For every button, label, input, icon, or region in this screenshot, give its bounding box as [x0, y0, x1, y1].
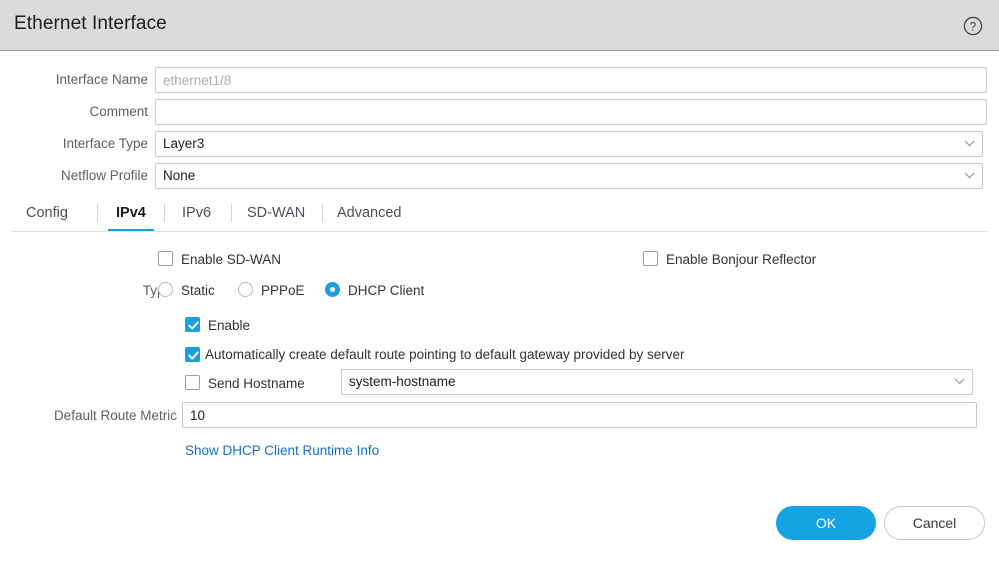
interface-name-label: Interface Name [0, 67, 148, 93]
default-route-metric-input[interactable] [182, 402, 977, 428]
type-radio-dhcp-client[interactable] [325, 282, 340, 297]
dhcp-enable-label[interactable]: Enable [208, 318, 250, 333]
check-icon [187, 349, 200, 362]
enable-sdwan-checkbox[interactable] [158, 251, 173, 266]
type-radio-dhcp-client-label[interactable]: DHCP Client [348, 283, 424, 298]
interface-type-value: Layer3 [155, 131, 983, 157]
tab-separator [164, 204, 165, 222]
default-route-metric-label: Default Route Metric [20, 408, 177, 423]
interface-name-input[interactable] [155, 67, 987, 93]
type-radio-static-label[interactable]: Static [181, 283, 215, 298]
tab-divider [12, 231, 987, 232]
enable-bonjour-reflector-label[interactable]: Enable Bonjour Reflector [666, 252, 816, 267]
row-interface-type: Interface Type Layer3 [0, 131, 999, 157]
auto-default-route-checkbox[interactable] [185, 347, 200, 362]
dialog-header: Ethernet Interface ? [0, 0, 999, 51]
row-interface-name: Interface Name [0, 67, 999, 93]
row-comment: Comment [0, 99, 999, 125]
tab-ipv6[interactable]: IPv6 [182, 202, 211, 228]
tab-separator [322, 204, 323, 222]
auto-default-route-label[interactable]: Automatically create default route point… [205, 347, 685, 362]
tab-ipv4[interactable]: IPv4 [116, 202, 146, 228]
tab-sd-wan[interactable]: SD-WAN [247, 202, 305, 228]
netflow-profile-value: None [155, 163, 983, 189]
tab-advanced[interactable]: Advanced [337, 202, 402, 228]
ok-button[interactable]: OK [776, 506, 876, 540]
send-hostname-checkbox[interactable] [185, 375, 200, 390]
interface-type-label: Interface Type [0, 131, 148, 157]
tab-separator [97, 204, 98, 222]
type-radio-pppoe-label[interactable]: PPPoE [261, 283, 305, 298]
type-radio-static[interactable] [158, 282, 173, 297]
tab-separator [231, 204, 232, 222]
page-title: Ethernet Interface [14, 13, 167, 35]
tab-config[interactable]: Config [26, 202, 68, 228]
svg-text:?: ? [970, 21, 976, 33]
interface-type-select[interactable]: Layer3 [155, 131, 983, 157]
dhcp-enable-checkbox[interactable] [185, 317, 200, 332]
send-hostname-value: system-hostname [341, 369, 973, 395]
comment-label: Comment [0, 99, 148, 125]
send-hostname-label[interactable]: Send Hostname [208, 376, 305, 391]
help-circle-icon[interactable]: ? [963, 16, 983, 36]
enable-sdwan-label[interactable]: Enable SD-WAN [181, 252, 281, 267]
netflow-profile-label: Netflow Profile [0, 163, 148, 189]
netflow-profile-select[interactable]: None [155, 163, 983, 189]
tab-bar: Config IPv4 IPv6 SD-WAN Advanced [12, 202, 987, 232]
row-netflow-profile: Netflow Profile None [0, 163, 999, 189]
enable-bonjour-reflector-checkbox[interactable] [643, 251, 658, 266]
type-radio-pppoe[interactable] [238, 282, 253, 297]
check-icon [187, 319, 200, 332]
cancel-button[interactable]: Cancel [884, 506, 985, 540]
comment-input[interactable] [155, 99, 987, 125]
send-hostname-select[interactable]: system-hostname [341, 369, 973, 395]
show-dhcp-runtime-info-link[interactable]: Show DHCP Client Runtime Info [185, 443, 379, 458]
